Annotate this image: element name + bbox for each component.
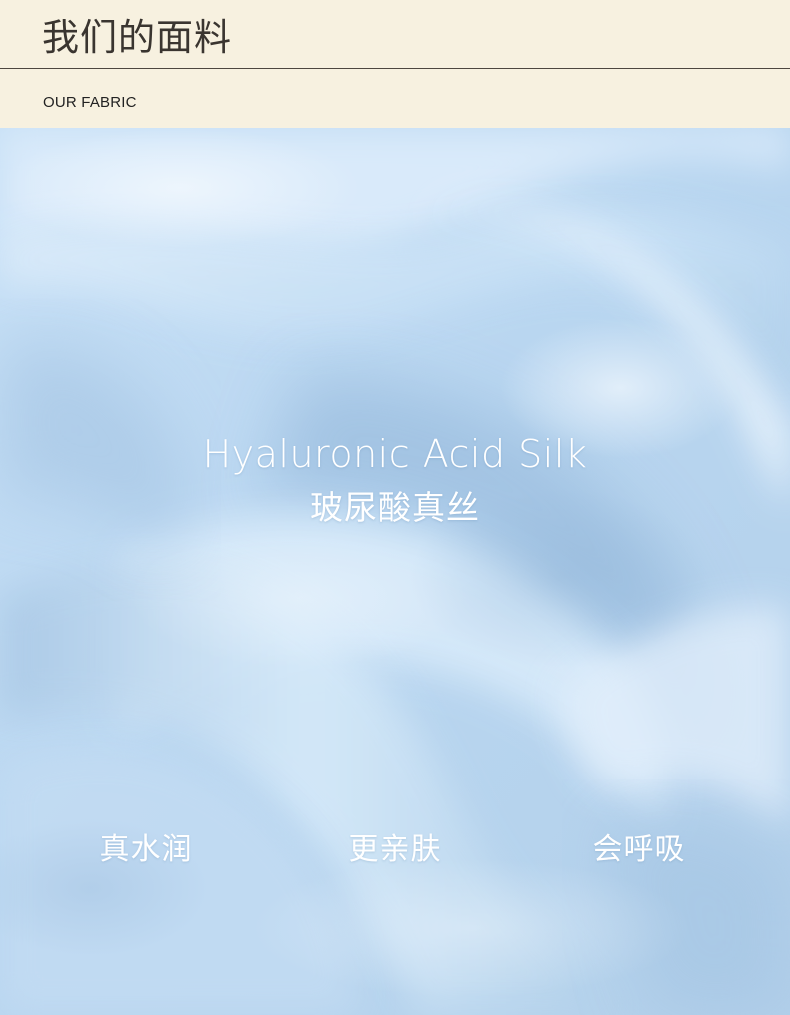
section-title-en: OUR FABRIC <box>43 94 137 111</box>
silk-fabric-illustration <box>0 128 790 1015</box>
product-name-en: Hyaluronic Acid Silk <box>202 432 588 476</box>
section-header: 我们的面料 OUR FABRIC <box>0 0 790 128</box>
silk-fabric-image: Hyaluronic Acid Silk 玻尿酸真丝 真水润 更亲肤 会呼吸 <box>0 128 790 1015</box>
fabric-page: 我们的面料 OUR FABRIC Hyaluronic Acid Silk 玻尿… <box>0 0 790 1015</box>
feature-label-skin-friendly: 更亲肤 <box>348 832 442 867</box>
feature-label-breathable: 会呼吸 <box>592 832 686 867</box>
section-title-cn: 我们的面料 <box>42 16 232 59</box>
feature-label-moisturizing: 真水润 <box>99 832 193 867</box>
header-divider <box>0 68 790 69</box>
product-name-cn: 玻尿酸真丝 <box>310 488 480 527</box>
